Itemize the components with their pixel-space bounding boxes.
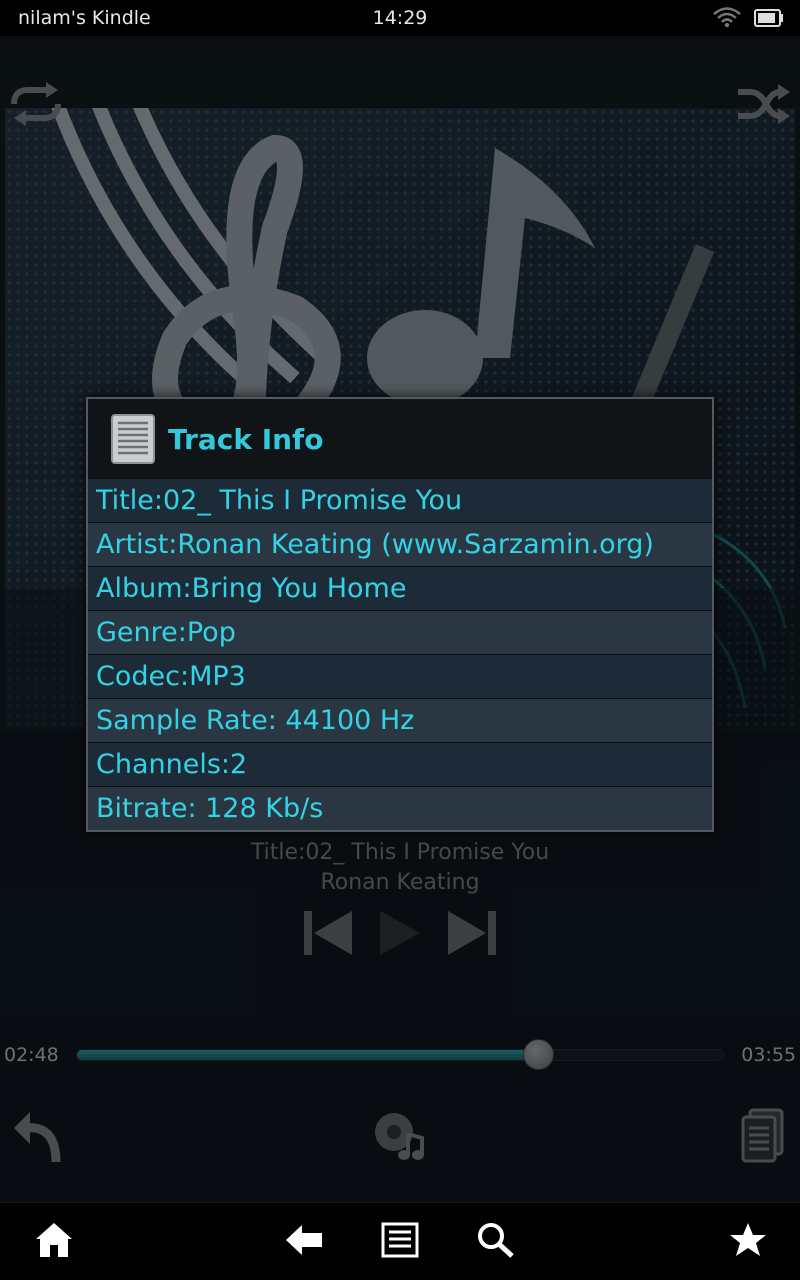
dialog-title: Track Info <box>168 423 324 456</box>
track-info-dialog: Track Info Title:02_ This I Promise You … <box>86 397 714 832</box>
back-icon[interactable] <box>284 1221 324 1259</box>
navigation-bar <box>0 1202 800 1280</box>
menu-icon[interactable] <box>380 1221 420 1259</box>
dialog-header: Track Info <box>88 399 712 478</box>
wifi-icon <box>713 7 741 28</box>
status-bar: nilam's Kindle 14:29 <box>0 0 800 36</box>
favorites-icon[interactable] <box>728 1221 768 1259</box>
battery-icon <box>754 9 783 27</box>
search-icon[interactable] <box>476 1221 516 1259</box>
info-row-artist: Artist:Ronan Keating (www.Sarzamin.org) <box>88 522 712 566</box>
info-row-channels: Channels:2 <box>88 742 712 786</box>
document-icon <box>111 414 155 464</box>
home-icon[interactable] <box>34 1221 74 1259</box>
info-row-sample-rate: Sample Rate: 44100 Hz <box>88 698 712 742</box>
info-row-title: Title:02_ This I Promise You <box>88 478 712 522</box>
info-row-codec: Codec:MP3 <box>88 654 712 698</box>
info-row-album: Album:Bring You Home <box>88 566 712 610</box>
music-player-screen: nilam's Kindle 14:29 Title:02_ This I Pr… <box>0 0 800 1280</box>
track-info-list: Title:02_ This I Promise You Artist:Rona… <box>88 478 712 830</box>
clock: 14:29 <box>372 7 428 29</box>
info-row-bitrate: Bitrate: 128 Kb/s <box>88 786 712 830</box>
info-row-genre: Genre:Pop <box>88 610 712 654</box>
